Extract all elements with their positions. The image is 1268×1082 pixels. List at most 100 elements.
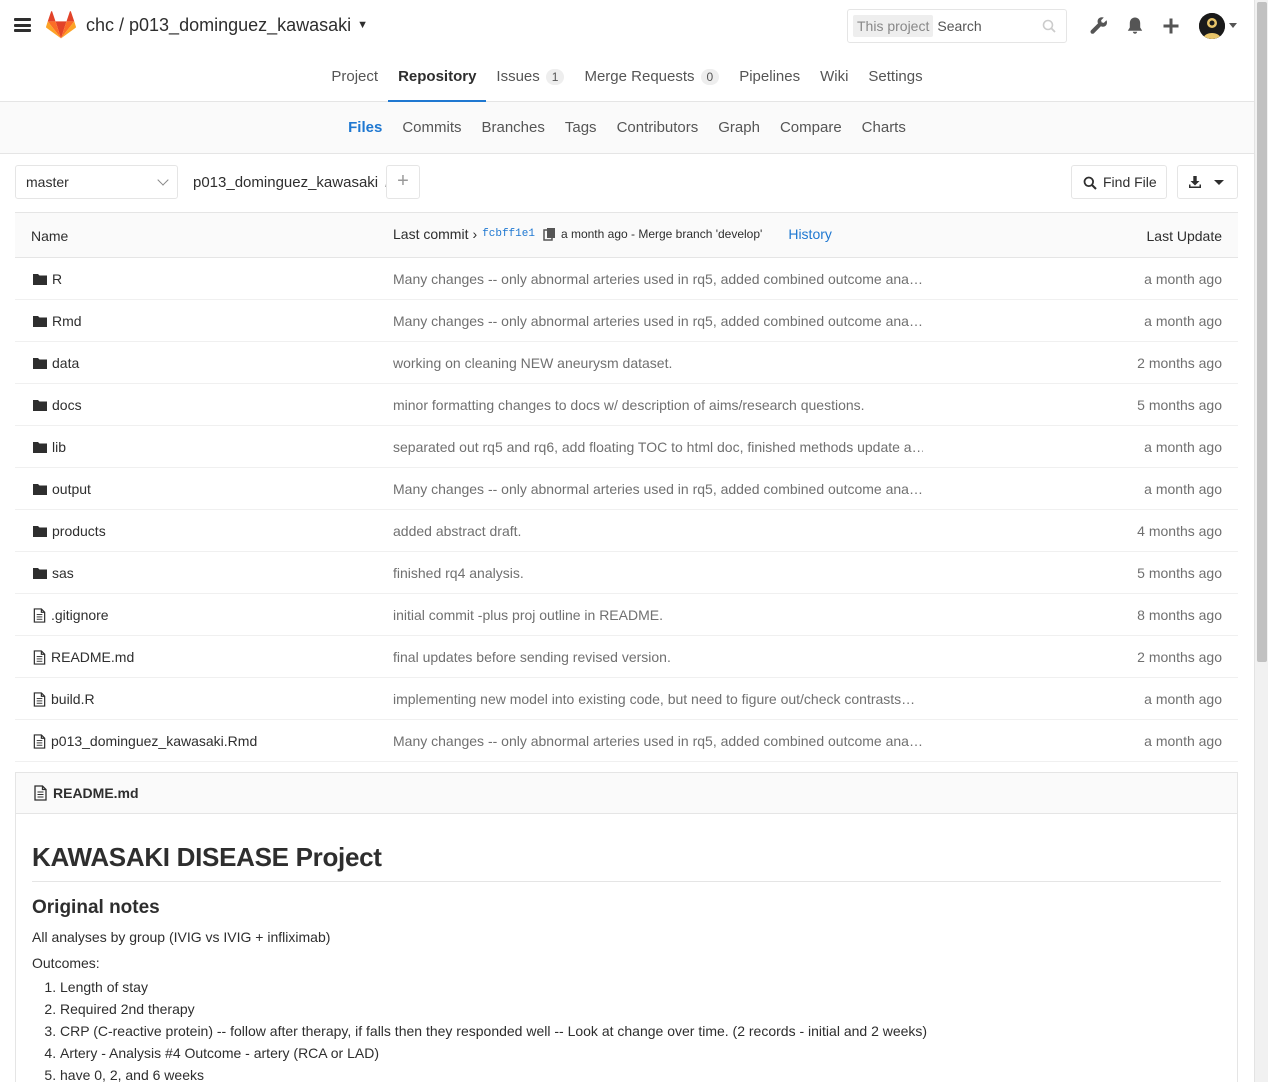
list-item: have 0, 2, and 6 weeks xyxy=(60,1064,1221,1082)
table-row[interactable]: R Many changes -- only abnormal arteries … xyxy=(15,258,1238,300)
commit-message-link[interactable]: final updates before sending revised ver… xyxy=(393,649,671,665)
subnav-graph[interactable]: Graph xyxy=(708,119,770,136)
subnav-files[interactable]: Files xyxy=(338,119,392,136)
issues-count-badge: 1 xyxy=(545,68,565,85)
commit-message-link[interactable]: initial commit -plus proj outline in REA… xyxy=(393,607,663,623)
last-update-time: 8 months ago xyxy=(1137,607,1222,623)
last-update-time: a month ago xyxy=(1144,733,1222,749)
find-file-button[interactable]: Find File xyxy=(1071,165,1167,199)
list-item: CRP (C-reactive protein) -- follow after… xyxy=(60,1020,1221,1042)
wrench-icon[interactable] xyxy=(1089,16,1109,36)
nav-pipelines[interactable]: Pipelines xyxy=(729,52,810,101)
last-commit-arrow: › xyxy=(472,226,478,242)
scrollbar-thumb[interactable] xyxy=(1257,2,1267,662)
subnav-branches[interactable]: Branches xyxy=(472,119,555,136)
commit-message-link[interactable]: Many changes -- only abnormal arteries u… xyxy=(393,313,923,329)
commit-message-link[interactable]: Many changes -- only abnormal arteries u… xyxy=(393,481,923,497)
download-button[interactable] xyxy=(1177,165,1238,199)
table-row[interactable]: p013_dominguez_kawasaki.Rmd Many changes … xyxy=(15,720,1238,762)
commit-message-link[interactable]: separated out rq5 and rq6, add floating … xyxy=(393,439,923,455)
commit-message-link[interactable]: added abstract draft. xyxy=(393,523,521,539)
list-item: Length of stay xyxy=(60,976,1221,998)
file-name-link[interactable]: data xyxy=(33,355,79,371)
nav-project[interactable]: Project xyxy=(321,52,388,101)
column-header-name: Name xyxy=(31,228,69,244)
table-row[interactable]: lib separated out rq5 and rq6, add floati… xyxy=(15,426,1238,468)
file-name-link[interactable]: lib xyxy=(33,439,66,455)
nav-wiki[interactable]: Wiki xyxy=(810,52,858,101)
page-scrollbar[interactable] xyxy=(1254,0,1268,1082)
add-file-button[interactable]: + xyxy=(386,165,420,199)
last-commit-message[interactable]: a month ago - Merge branch 'develop' xyxy=(561,227,762,241)
subnav-tags[interactable]: Tags xyxy=(555,119,607,136)
branch-select[interactable]: master xyxy=(15,165,178,199)
readme-outcomes-list: Length of stay Required 2nd therapy CRP … xyxy=(32,976,1221,1082)
bell-icon[interactable] xyxy=(1125,16,1145,36)
subnav-compare[interactable]: Compare xyxy=(770,119,852,136)
commit-message-link[interactable]: Many changes -- only abnormal arteries u… xyxy=(393,271,923,287)
table-row[interactable]: docs minor formatting changes to docs w/ … xyxy=(15,384,1238,426)
file-name-link[interactable]: products xyxy=(33,523,106,539)
subnav-charts[interactable]: Charts xyxy=(852,119,916,136)
file-name: products xyxy=(52,523,106,539)
table-row[interactable]: build.R implementing new model into exist… xyxy=(15,678,1238,720)
file-name-link[interactable]: docs xyxy=(33,397,82,413)
readme-panel: README.md KAWASAKI DISEASE Project Origi… xyxy=(15,772,1238,1082)
commit-message-link[interactable]: working on cleaning NEW aneurysm dataset… xyxy=(393,355,672,371)
file-name-link[interactable]: sas xyxy=(33,565,74,581)
file-name-link[interactable]: Rmd xyxy=(33,313,82,329)
chevron-down-icon[interactable]: ▼ xyxy=(357,19,368,31)
last-update-time: 5 months ago xyxy=(1137,397,1222,413)
avatar[interactable] xyxy=(1199,13,1225,39)
menu-icon[interactable] xyxy=(14,18,31,32)
file-name-link[interactable]: output xyxy=(33,481,91,497)
file-name: lib xyxy=(52,439,67,455)
nav-project-label: Project xyxy=(331,68,379,85)
nav-settings-label: Settings xyxy=(868,68,923,85)
page: chc / p013_dominguez_kawasaki ▼ This proj… xyxy=(0,0,1254,1082)
last-update-time: 2 months ago xyxy=(1137,649,1222,665)
folder-icon xyxy=(33,274,47,285)
subnav-contributors[interactable]: Contributors xyxy=(607,119,709,136)
readme-outcomes-label: Outcomes: xyxy=(32,955,100,971)
commit-message-link[interactable]: Many changes -- only abnormal arteries u… xyxy=(393,733,923,749)
history-link[interactable]: History xyxy=(788,226,832,242)
readme-filename[interactable]: README.md xyxy=(53,785,139,801)
table-row[interactable]: Rmd Many changes -- only abnormal arterie… xyxy=(15,300,1238,342)
chevron-down-icon xyxy=(157,174,169,186)
breadcrumb-root-link[interactable]: p013_dominguez_kawasaki xyxy=(193,174,378,191)
commit-message-link[interactable]: finished rq4 analysis. xyxy=(393,565,524,581)
search-input[interactable] xyxy=(937,18,1048,34)
commit-sha-link[interactable]: fcbff1e1 xyxy=(482,228,535,240)
table-row[interactable]: .gitignore initial commit -plus proj outl… xyxy=(15,594,1238,636)
nav-settings[interactable]: Settings xyxy=(858,52,932,101)
nav-issues[interactable]: Issues 1 xyxy=(486,52,574,101)
folder-icon xyxy=(33,358,47,369)
nav-merge-requests[interactable]: Merge Requests 0 xyxy=(574,52,729,101)
avatar-dropdown-icon[interactable] xyxy=(1229,23,1237,28)
file-name-link[interactable]: p013_dominguez_kawasaki.Rmd xyxy=(33,733,257,749)
clipboard-icon[interactable] xyxy=(543,227,557,241)
table-row[interactable]: output Many changes -- only abnormal arte… xyxy=(15,468,1238,510)
search-box[interactable]: This project xyxy=(847,9,1067,43)
search-scope-label[interactable]: This project xyxy=(853,15,934,37)
table-row[interactable]: products added abstract draft. 4 months ag… xyxy=(15,510,1238,552)
table-row[interactable]: README.md final updates before sending re… xyxy=(15,636,1238,678)
commit-message-link[interactable]: implementing new model into existing cod… xyxy=(393,691,915,707)
file-name-link[interactable]: R xyxy=(33,271,62,287)
search-icon xyxy=(1083,176,1097,190)
folder-icon xyxy=(33,316,47,327)
plus-icon[interactable] xyxy=(1161,16,1181,36)
table-row[interactable]: data working on cleaning NEW aneurysm dat… xyxy=(15,342,1238,384)
subnav-commits[interactable]: Commits xyxy=(392,119,471,136)
file-icon xyxy=(33,733,46,749)
project-path[interactable]: chc / p013_dominguez_kawasaki ▼ xyxy=(86,15,368,36)
nav-repository[interactable]: Repository xyxy=(388,52,487,102)
file-name-link[interactable]: README.md xyxy=(33,649,134,665)
commit-message-link[interactable]: minor formatting changes to docs w/ desc… xyxy=(393,397,865,413)
file-name-link[interactable]: build.R xyxy=(33,691,95,707)
file-text-icon xyxy=(34,785,47,801)
gitlab-logo[interactable] xyxy=(46,11,76,39)
file-name-link[interactable]: .gitignore xyxy=(33,607,109,623)
table-row[interactable]: sas finished rq4 analysis. 5 months ago xyxy=(15,552,1238,594)
